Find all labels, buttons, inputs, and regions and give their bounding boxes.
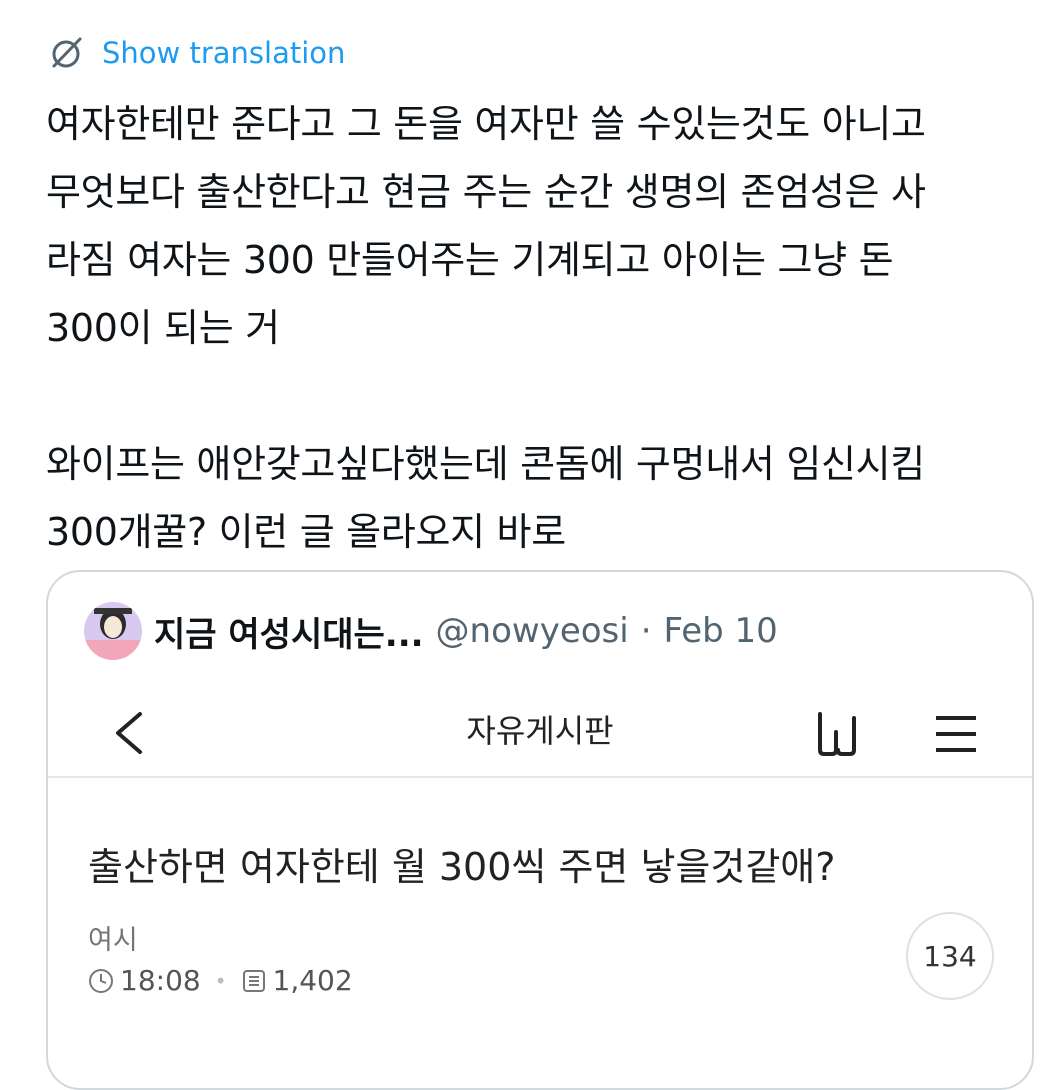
comment-count-badge[interactable]: 134 (906, 912, 994, 1000)
hamburger-menu-icon[interactable] (932, 714, 980, 754)
avatar[interactable] (84, 602, 142, 660)
write-w-icon[interactable] (814, 710, 860, 758)
show-translation-label: Show translation (102, 36, 346, 70)
separator-dot: · (640, 611, 652, 651)
tweet-text: 여자한테만 준다고 그 돈을 여자만 쓸 수있는것도 아니고 무엇보다 출산한다… (46, 102, 926, 554)
post-author: 여시 (88, 925, 138, 956)
quoted-handle[interactable]: @nowyeosi (436, 611, 629, 651)
embedded-screenshot[interactable]: 자유게시판 출산하면 여자한테 월 300씩 주면 낳을것같애? 여시 18:0… (48, 690, 1032, 1088)
views-list-icon (242, 969, 265, 992)
translate-globe-icon (52, 37, 82, 68)
board-nav-bar: 자유게시판 (48, 690, 1032, 778)
post-meta: 18:08 • 1,402 (88, 964, 353, 997)
quoted-tweet-header: 지금 여성시대는... @nowyeosi · Feb 10 (84, 602, 778, 660)
quoted-display-name[interactable]: 지금 여성시대는... (154, 607, 424, 656)
clock-icon (89, 968, 113, 993)
post-title: 출산하면 여자한테 월 300씩 주면 낳을것같애? (88, 845, 836, 889)
quoted-date[interactable]: Feb 10 (664, 611, 778, 651)
show-translation-link[interactable]: Show translation (46, 30, 345, 76)
meta-separator: • (214, 968, 227, 993)
board-title: 자유게시판 (466, 712, 614, 750)
post-time: 18:08 (120, 964, 201, 997)
quoted-tweet-card[interactable]: 지금 여성시대는... @nowyeosi · Feb 10 자유게시판 출산하… (46, 570, 1034, 1090)
post-views: 1,402 (272, 964, 353, 997)
